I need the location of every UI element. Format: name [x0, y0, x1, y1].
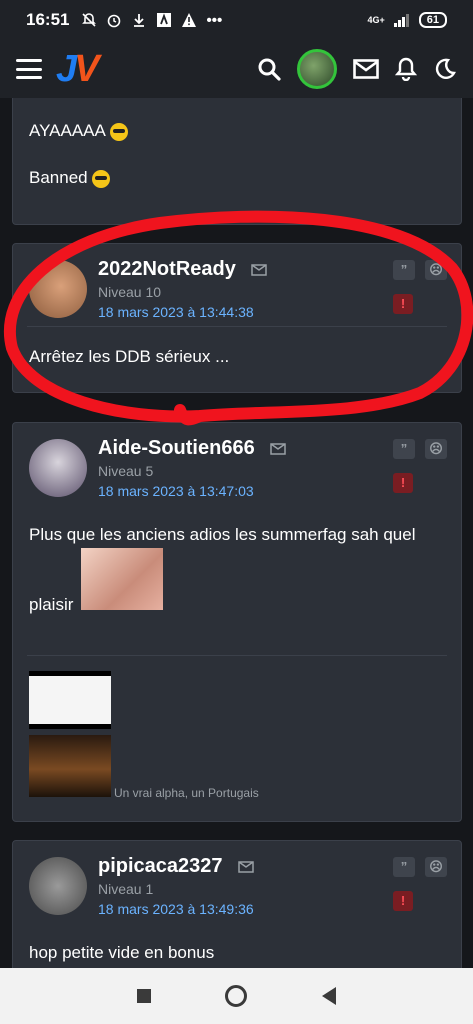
battery-indicator: 61 [418, 12, 447, 28]
message-card: 2022NotReady Niveau 10 18 mars 2023 à 13… [12, 243, 462, 393]
author-avatar[interactable] [29, 857, 87, 915]
laughing-emoji-icon [91, 169, 110, 188]
report-icon[interactable]: ! [393, 473, 413, 493]
signal-icon [393, 14, 409, 27]
author-avatar[interactable] [29, 260, 87, 318]
more-dots-icon: ••• [206, 11, 223, 29]
author-level: Niveau 5 [98, 463, 154, 479]
search-icon[interactable] [257, 57, 281, 81]
message-card: pipicaca2327 Niveau 1 18 mars 2023 à 13:… [12, 840, 462, 968]
report-icon[interactable]: ! [393, 891, 413, 911]
message-body-line: Plus que les anciens adios les summerfag… [29, 525, 416, 544]
status-time: 16:51 [26, 10, 70, 29]
sad-face-icon[interactable]: ☹ [425, 439, 447, 459]
report-icon[interactable]: ! [393, 294, 413, 314]
author-name[interactable]: Aide-Soutien666 [98, 437, 287, 460]
quote-icon[interactable]: ” [393, 857, 415, 877]
moon-icon[interactable] [433, 57, 457, 81]
quote-icon[interactable]: ” [393, 439, 415, 459]
message-body: Arrêtez les DDB sérieux ... [29, 347, 230, 366]
message-date[interactable]: 18 mars 2023 à 13:44:38 [98, 304, 254, 320]
laughing-emoji-icon [109, 122, 128, 141]
send-mail-icon[interactable] [270, 442, 287, 455]
status-notification-icons: ••• [81, 12, 222, 29]
image-thumbnail[interactable] [29, 671, 111, 729]
send-mail-icon[interactable] [251, 263, 268, 276]
sad-face-icon[interactable]: ☹ [425, 260, 447, 280]
bell-icon[interactable] [395, 57, 417, 81]
message-body: hop petite vide en bonus [29, 943, 215, 962]
app-icon [157, 12, 172, 27]
jv-logo[interactable]: JV [56, 48, 100, 91]
send-mail-icon[interactable] [238, 860, 254, 873]
topic-messages: AYAAAAA Banned 2022NotReady Niveau 10 18… [0, 98, 473, 968]
menu-icon[interactable] [16, 59, 42, 79]
author-avatar[interactable] [29, 439, 87, 497]
warning-icon [182, 12, 197, 27]
quote-icon[interactable]: ” [393, 260, 415, 280]
sad-face-icon[interactable]: ☹ [425, 857, 447, 877]
system-navigation-bar [0, 968, 473, 1024]
author-level: Niveau 1 [98, 881, 154, 897]
back-icon[interactable] [321, 987, 336, 1005]
message-card: AYAAAAA Banned [12, 98, 462, 225]
divider [27, 326, 447, 327]
message-card: Aide-Soutien666 Niveau 5 18 mars 2023 à … [12, 422, 462, 822]
app-header: JV [0, 40, 473, 98]
author-level: Niveau 10 [98, 284, 162, 300]
image-caption: Un vrai alpha, un Portugais [114, 786, 259, 800]
author-name[interactable]: pipicaca2327 [98, 855, 254, 878]
status-bar: 16:51 ••• 4G+ 61 [0, 0, 473, 40]
alarm-icon [108, 14, 121, 27]
message-date[interactable]: 18 mars 2023 à 13:47:03 [98, 483, 254, 499]
recent-apps-icon[interactable] [137, 989, 152, 1003]
divider [27, 655, 447, 656]
author-name[interactable]: 2022NotReady [98, 258, 268, 281]
message-date[interactable]: 18 mars 2023 à 13:49:36 [98, 901, 254, 917]
message-body-line: plaisir [29, 595, 74, 614]
message-line: AYAAAAA [29, 121, 128, 141]
user-avatar[interactable] [297, 49, 337, 89]
bell-off-icon [82, 12, 97, 27]
download-icon [134, 13, 145, 27]
mail-icon[interactable] [353, 59, 379, 79]
sticker-image[interactable] [81, 548, 163, 610]
network-label: 4G+ [367, 15, 385, 25]
image-thumbnail[interactable] [29, 735, 111, 797]
home-icon[interactable] [225, 985, 248, 1007]
message-line: Banned [29, 168, 110, 188]
